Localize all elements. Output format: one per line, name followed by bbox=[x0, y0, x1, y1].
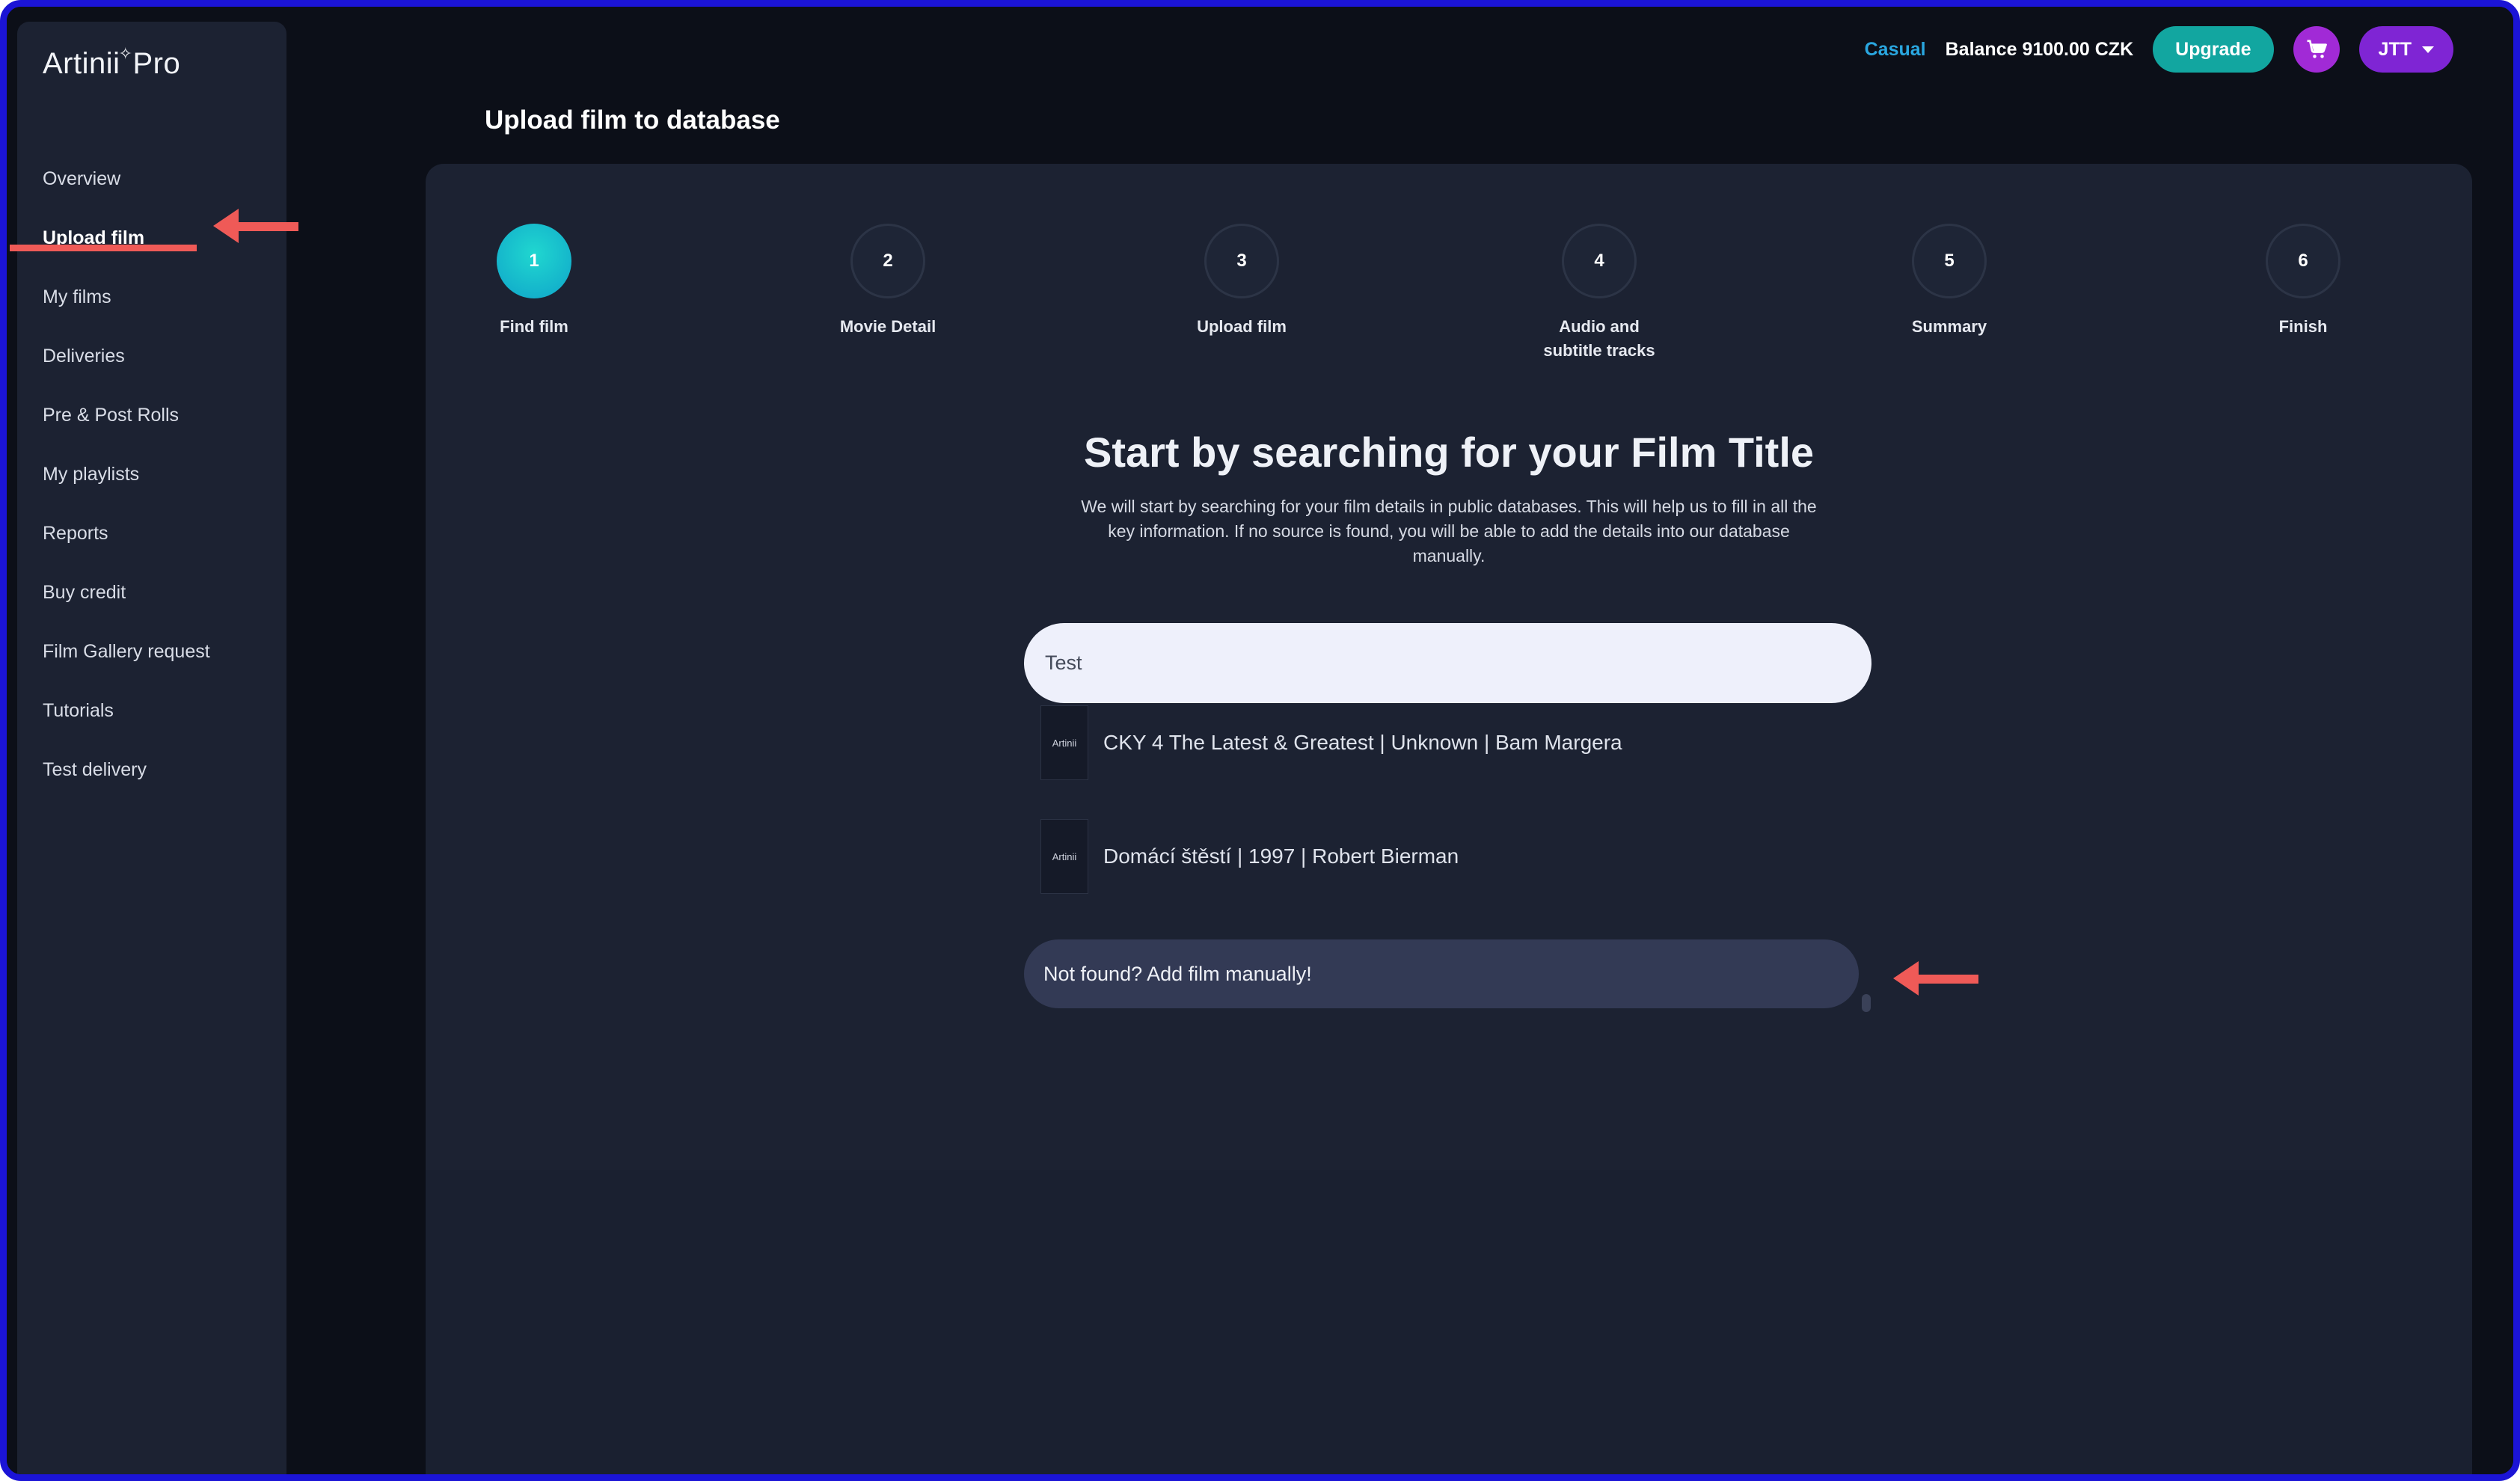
step-number: 6 bbox=[2266, 224, 2340, 298]
film-search-input[interactable] bbox=[1024, 623, 1871, 703]
search-result-item[interactable]: Artinii Domácí štěstí | 1997 | Robert Bi… bbox=[1040, 819, 1459, 894]
step-label: Summary bbox=[1911, 317, 1987, 336]
add-film-manually-button[interactable]: Not found? Add film manually! bbox=[1024, 939, 1859, 1008]
step-number: 1 bbox=[497, 224, 571, 298]
screenshot-frame: Artinii✧Pro Overview Upload film My film… bbox=[0, 0, 2520, 1481]
logo-spark-icon: ✧ bbox=[118, 44, 133, 63]
sidebar-item-my-playlists[interactable]: My playlists bbox=[43, 459, 210, 518]
sidebar-item-test-delivery[interactable]: Test delivery bbox=[43, 755, 210, 814]
annotation-underline bbox=[10, 245, 197, 251]
sidebar-nav: Overview Upload film My films Deliveries… bbox=[43, 164, 210, 814]
step-upload-film[interactable]: 3 Upload film bbox=[1152, 224, 1331, 339]
sidebar-item-buy-credit[interactable]: Buy credit bbox=[43, 577, 210, 637]
film-thumbnail: Artinii bbox=[1040, 819, 1088, 894]
step-finish[interactable]: 6 Finish bbox=[2213, 224, 2393, 339]
dropdown-scrollbar[interactable] bbox=[1862, 994, 1871, 1012]
balance-display: Balance 9100.00 CZK bbox=[1945, 38, 2134, 60]
upgrade-button[interactable]: Upgrade bbox=[2153, 26, 2274, 73]
sidebar-item-overview[interactable]: Overview bbox=[43, 164, 210, 223]
cart-button[interactable] bbox=[2293, 26, 2340, 73]
step-summary[interactable]: 5 Summary bbox=[1860, 224, 2039, 339]
cart-icon bbox=[2307, 40, 2327, 58]
search-result-text: CKY 4 The Latest & Greatest | Unknown | … bbox=[1103, 731, 1622, 754]
search-result-text: Domácí štěstí | 1997 | Robert Bierman bbox=[1103, 844, 1459, 868]
step-number: 4 bbox=[1562, 224, 1637, 298]
step-label: Finish bbox=[2278, 317, 2328, 336]
step-movie-detail[interactable]: 2 Movie Detail bbox=[798, 224, 978, 339]
logo-suffix: Pro bbox=[132, 47, 181, 80]
sidebar-item-pre-post-rolls[interactable]: Pre & Post Rolls bbox=[43, 400, 210, 459]
step-audio-subtitle-tracks[interactable]: 4 Audio and subtitle tracks bbox=[1506, 224, 1693, 363]
user-menu-button[interactable]: JTT bbox=[2358, 26, 2453, 73]
annotation-arrow-upload-film bbox=[213, 209, 298, 243]
step-label: Audio and subtitle tracks bbox=[1543, 317, 1655, 360]
page-title: Upload film to database bbox=[485, 105, 780, 135]
step-find-film[interactable]: 1 Find film bbox=[444, 224, 624, 339]
sidebar-item-upload-film[interactable]: Upload film bbox=[43, 223, 210, 282]
sidebar-item-deliveries[interactable]: Deliveries bbox=[43, 341, 210, 400]
step-number: 3 bbox=[1204, 224, 1279, 298]
sidebar-item-tutorials[interactable]: Tutorials bbox=[43, 696, 210, 755]
top-bar: Casual Balance 9100.00 CZK Upgrade JTT bbox=[1865, 26, 2453, 73]
search-description: We will start by searching for your film… bbox=[1081, 497, 1817, 565]
plan-badge[interactable]: Casual bbox=[1865, 39, 1926, 61]
user-label: JTT bbox=[2378, 38, 2412, 60]
wizard-stepper: 1 Find film 2 Movie Detail 3 Upload film… bbox=[426, 224, 2472, 373]
search-heading: Start by searching for your Film Title bbox=[1083, 429, 1815, 476]
step-number: 2 bbox=[850, 224, 925, 298]
step-label: Find film bbox=[500, 317, 568, 336]
chevron-down-icon bbox=[2422, 46, 2434, 53]
upload-wizard-panel: 1 Find film 2 Movie Detail 3 Upload film… bbox=[426, 164, 2472, 1474]
logo-text: Artinii bbox=[43, 47, 120, 80]
sidebar-item-my-films[interactable]: My films bbox=[43, 282, 210, 341]
sidebar-item-reports[interactable]: Reports bbox=[43, 518, 210, 577]
annotation-arrow-add-manually bbox=[1893, 961, 1978, 996]
app-logo[interactable]: Artinii✧Pro bbox=[43, 44, 181, 81]
panel-lower-area bbox=[426, 1170, 2472, 1474]
step-label: Upload film bbox=[1197, 317, 1287, 336]
film-thumbnail: Artinii bbox=[1040, 705, 1088, 780]
step-number: 5 bbox=[1912, 224, 1987, 298]
search-result-item[interactable]: Artinii CKY 4 The Latest & Greatest | Un… bbox=[1040, 705, 1622, 780]
sidebar-item-film-gallery-request[interactable]: Film Gallery request bbox=[43, 637, 210, 696]
app-window: Artinii✧Pro Overview Upload film My film… bbox=[7, 7, 2513, 1474]
step-label: Movie Detail bbox=[839, 317, 936, 336]
